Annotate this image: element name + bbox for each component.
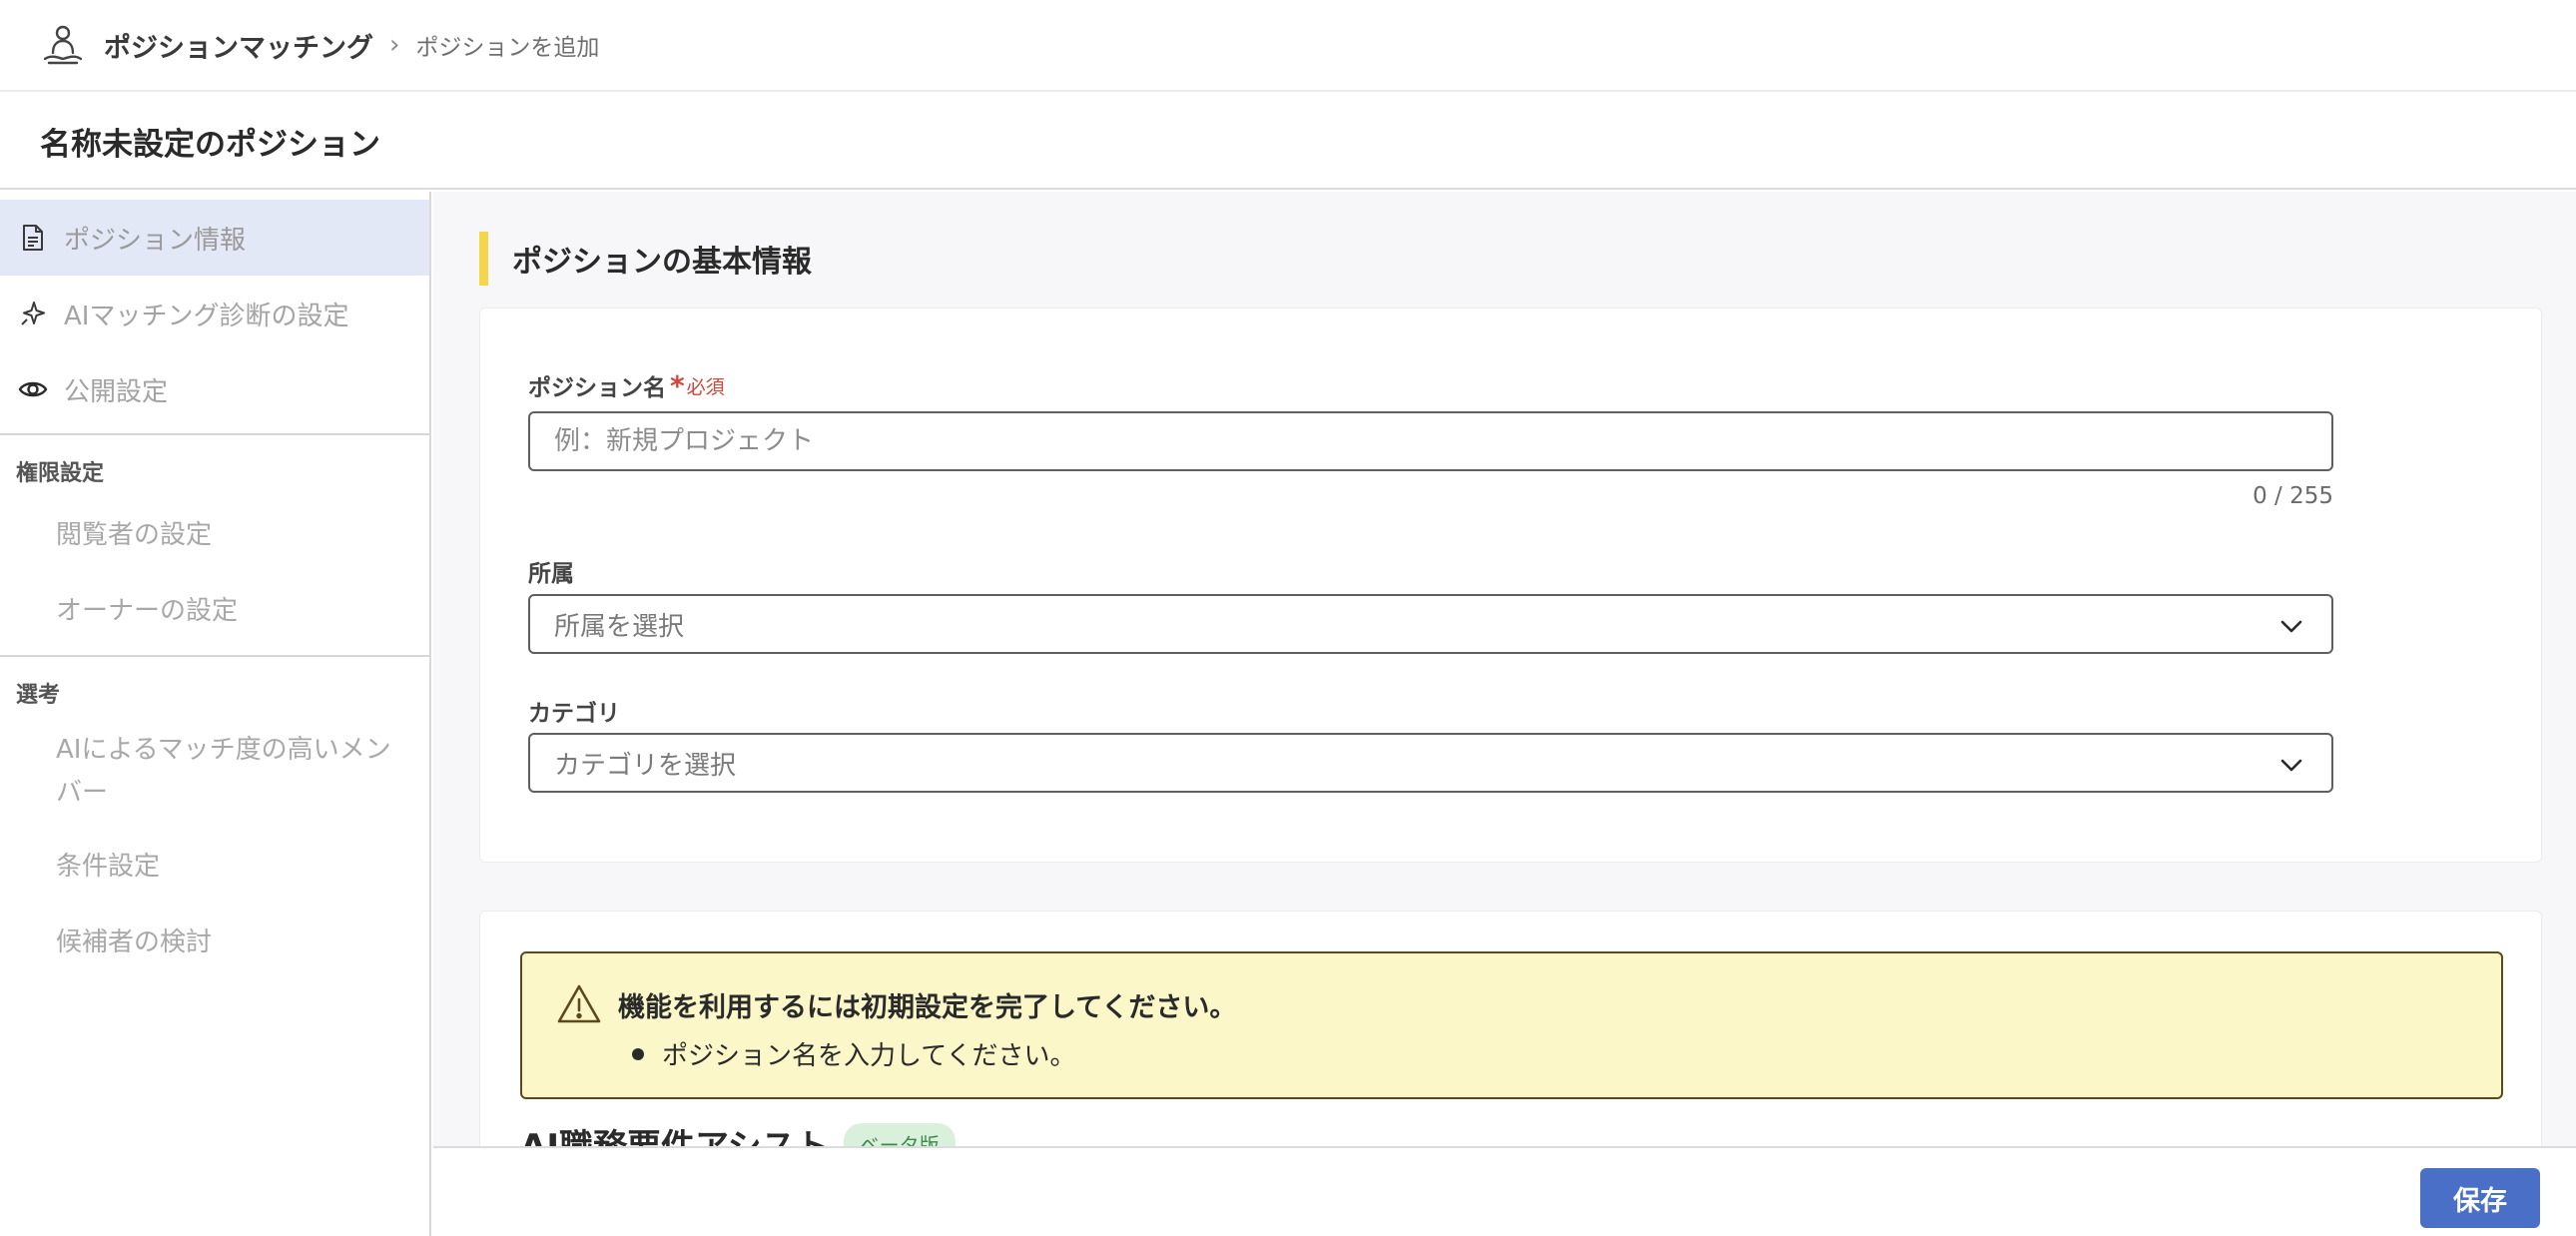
sidebar-item-position-info[interactable]: ポジション情報: [0, 200, 429, 276]
sidebar-item-owner-settings[interactable]: オーナーの設定: [0, 573, 429, 649]
affiliation-select[interactable]: 所属を選択: [528, 594, 2333, 654]
page-title: 名称未設定のポジション: [40, 126, 380, 163]
category-label: カテゴリ: [528, 701, 620, 727]
warning-title: 機能を利用するには初期設定を完了してください。: [618, 992, 1237, 1023]
person-meditation-icon[interactable]: [40, 22, 86, 68]
sidebar-item-ai-high-match[interactable]: AIによるマッチ度の高いメンバー: [0, 719, 399, 829]
ai-assist-card: 機能を利用するには初期設定を完了してください。 ポジション名を入力してください。…: [479, 911, 2542, 1146]
ai-assist-title-text: AI職務要件アシスト: [520, 1119, 830, 1146]
section-title: ポジションの基本情報: [512, 245, 812, 280]
sidebar-item-ai-matching[interactable]: AIマッチング診断の設定: [0, 276, 429, 351]
basic-info-card: ポジション名 * 必須 0 / 255 所属 所属を選択 カテゴリ カテゴリを選…: [479, 308, 2542, 863]
sidebar-item-label: AIマッチング診断の設定: [64, 301, 349, 331]
page-title-bar: 名称未設定のポジション: [0, 94, 2576, 190]
bullet-icon: [632, 1047, 644, 1060]
affiliation-label: 所属: [528, 561, 574, 587]
breadcrumb-separator: ›: [389, 30, 400, 60]
sparkle-icon: [18, 299, 48, 328]
setup-warning-banner: 機能を利用するには初期設定を完了してください。 ポジション名を入力してください。: [520, 951, 2503, 1099]
required-star: *: [670, 368, 685, 402]
chevron-down-icon: [2280, 759, 2302, 772]
category-select[interactable]: カテゴリを選択: [528, 733, 2333, 793]
app-title[interactable]: ポジションマッチング: [104, 26, 373, 65]
sidebar-item-candidate-review[interactable]: 候補者の検討: [0, 905, 429, 980]
position-name-input[interactable]: [528, 411, 2333, 471]
top-bar: ポジションマッチング › ポジションを追加: [0, 0, 2576, 92]
save-button[interactable]: 保存: [2420, 1168, 2540, 1228]
section-header: ポジションの基本情報: [479, 232, 812, 286]
section-accent-bar: [479, 232, 488, 286]
field-label-text: ポジション名: [528, 375, 666, 401]
char-counter: 0 / 255: [2253, 483, 2333, 509]
select-placeholder: 所属を選択: [554, 611, 685, 642]
sidebar-item-label: ポジション情報: [64, 225, 247, 256]
sidebar-item-viewer-settings[interactable]: 閲覧者の設定: [0, 497, 429, 573]
sidebar: ポジション情報 AIマッチング診断の設定 公開設定 権限設定 閲覧者の設定 オー…: [0, 192, 431, 1236]
required-text: 必須: [686, 375, 725, 398]
breadcrumb-current: ポジションを追加: [415, 35, 600, 61]
warning-list-item: ポジション名を入力してください。: [632, 1035, 1075, 1072]
warning-icon: [557, 984, 601, 1023]
document-icon: [18, 223, 48, 253]
footer-bar: 保存: [433, 1146, 2576, 1236]
eye-icon: [18, 374, 48, 404]
beta-badge: ベータ版: [843, 1123, 956, 1146]
sidebar-heading-selection: 選考: [16, 683, 61, 708]
sidebar-item-publish[interactable]: 公開設定: [0, 351, 429, 427]
main-content[interactable]: ポジションの基本情報 ポジション名 * 必須 0 / 255 所属 所属を選択 …: [433, 192, 2576, 1146]
ai-assist-title: AI職務要件アシスト ベータ版: [520, 1119, 956, 1146]
chevron-down-icon: [2280, 620, 2302, 633]
sidebar-item-label: 公開設定: [64, 376, 169, 407]
sidebar-heading-permissions: 権限設定: [16, 461, 105, 486]
warning-item-text: ポジション名を入力してください。: [662, 1041, 1076, 1071]
select-placeholder: カテゴリを選択: [554, 750, 737, 781]
sidebar-item-conditions[interactable]: 条件設定: [0, 829, 429, 905]
position-name-label: ポジション名 * 必須: [528, 368, 725, 402]
